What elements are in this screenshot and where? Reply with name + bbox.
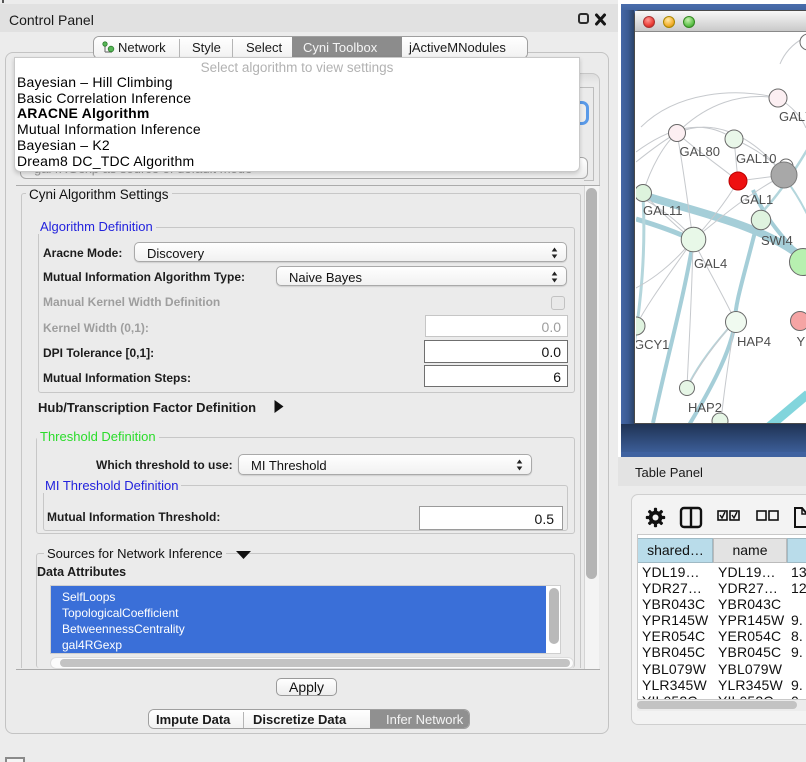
svg-text:SWI4: SWI4 bbox=[761, 233, 793, 248]
svg-text:GCY1: GCY1 bbox=[636, 337, 669, 352]
svg-text:Y: Y bbox=[797, 334, 806, 349]
svg-text:HAP2: HAP2 bbox=[688, 400, 722, 415]
svg-text:GAL4: GAL4 bbox=[694, 256, 727, 271]
svg-text:GAL7: GAL7 bbox=[779, 109, 806, 124]
svg-text:GAL1: GAL1 bbox=[740, 192, 773, 207]
svg-text:GAL11: GAL11 bbox=[643, 203, 683, 218]
svg-text:GAL10: GAL10 bbox=[736, 151, 776, 166]
svg-text:HAP4: HAP4 bbox=[737, 334, 771, 349]
svg-text:GAL80: GAL80 bbox=[680, 144, 720, 159]
